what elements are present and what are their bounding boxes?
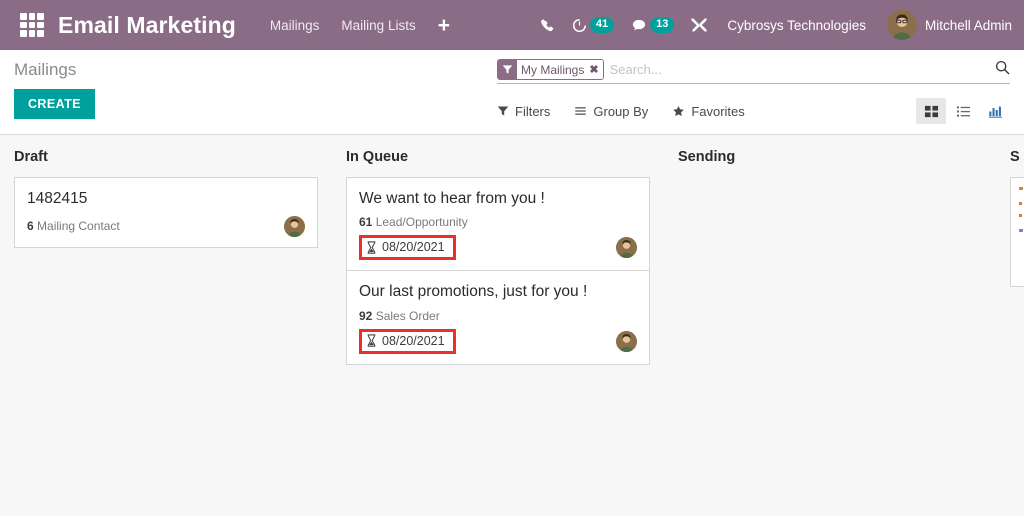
bar-chart-icon: [988, 106, 1002, 118]
card-count: 61: [359, 215, 373, 230]
card-line-fragment: [1019, 202, 1022, 205]
view-kanban-button[interactable]: [916, 98, 946, 124]
navbar-right-tools: 41 13 Cybrosys Technologies Mitchell Adm…: [540, 10, 1012, 40]
avatar[interactable]: [616, 237, 637, 259]
control-panel-left: Mailings CREATE: [14, 60, 95, 119]
hourglass-icon: [367, 241, 376, 254]
search-input[interactable]: [607, 62, 989, 77]
kanban-icon: [924, 105, 938, 117]
activity-clock-icon[interactable]: 41: [572, 16, 615, 34]
star-icon: [673, 105, 685, 116]
search-icon[interactable]: [989, 60, 1010, 80]
card-footer: 08/20/2021: [359, 328, 637, 354]
card-model: Sales Order: [375, 308, 440, 323]
app-brand-title: Email Marketing: [58, 11, 236, 38]
group-by-dropdown[interactable]: Group By: [574, 104, 648, 119]
view-switcher: [916, 98, 1010, 124]
control-panel-right: My Mailings ✖ Filters Group By Favorites: [497, 58, 1010, 124]
card-recipients: 61 Lead/Opportunity: [359, 215, 637, 229]
view-graph-button[interactable]: [980, 98, 1010, 124]
facet-text: My Mailings: [521, 62, 585, 77]
activity-count-badge: 41: [589, 16, 615, 34]
view-list-button[interactable]: [948, 98, 978, 124]
messages-icon[interactable]: 13: [631, 16, 675, 34]
create-button[interactable]: CREATE: [14, 89, 95, 119]
search-facet-label: My Mailings ✖: [517, 60, 603, 79]
card-count: 92: [359, 308, 373, 323]
control-panel-tools: Filters Group By Favorites: [497, 98, 1010, 124]
top-navbar: Email Marketing Mailings Mailing Lists +…: [0, 0, 1024, 50]
card-title: Our last promotions, just for you !: [359, 283, 588, 301]
user-name-label: Mitchell Admin: [924, 17, 1012, 33]
filters-label: Filters: [515, 103, 551, 119]
kanban-board: Draft 1482415 6 Mailing Contact In Queue…: [0, 135, 1024, 516]
kanban-column-draft: Draft 1482415 6 Mailing Contact: [0, 149, 332, 516]
favorites-label: Favorites: [691, 103, 745, 119]
filter-funnel-icon: [497, 106, 509, 116]
filter-funnel-icon: [498, 60, 517, 79]
card-title: We want to hear from you !: [359, 190, 545, 207]
apps-grid-icon[interactable]: [20, 13, 44, 37]
control-panel: Mailings CREATE My Mailings ✖ Filter: [0, 50, 1024, 135]
kanban-column-sending: Sending: [664, 149, 996, 516]
kanban-card[interactable]: 1482415 6 Mailing Contact: [14, 177, 318, 249]
kanban-column-title[interactable]: S: [1010, 149, 1022, 165]
schedule-annotation: 08/20/2021: [359, 328, 456, 354]
card-line-fragment: [1019, 229, 1023, 232]
debug-tools-icon[interactable]: [691, 17, 707, 33]
card-recipients: 6 Mailing Contact: [27, 219, 120, 233]
card-count: 6: [27, 219, 34, 234]
avatar: [886, 10, 917, 40]
kanban-column-title[interactable]: In Queue: [346, 149, 650, 165]
kanban-column-title[interactable]: Sending: [678, 149, 982, 165]
user-menu[interactable]: Mitchell Admin: [886, 10, 1012, 40]
breadcrumb[interactable]: Mailings: [14, 60, 95, 80]
card-model: Lead/Opportunity: [375, 215, 468, 230]
messages-count-badge: 13: [650, 16, 675, 34]
kanban-card[interactable]: Our last promotions, just for you ! 92 S…: [346, 271, 650, 365]
nav-item-mailings[interactable]: Mailings: [270, 18, 320, 33]
company-switcher[interactable]: Cybrosys Technologies: [727, 18, 866, 33]
hamburger-icon: [575, 107, 587, 115]
card-footer: 6 Mailing Contact: [27, 215, 305, 237]
card-recipients: 92 Sales Order: [359, 309, 637, 323]
schedule-date: 08/20/2021: [382, 333, 445, 348]
favorites-dropdown[interactable]: Favorites: [672, 103, 745, 119]
hourglass-icon: [367, 334, 376, 347]
card-model: Mailing Contact: [37, 219, 120, 234]
kanban-column-in-queue: In Queue We want to hear from you ! 61 L…: [332, 149, 664, 516]
phone-icon[interactable]: [540, 18, 555, 33]
card-line-fragment: [1019, 214, 1022, 217]
search-bar: My Mailings ✖: [497, 58, 1010, 84]
nav-item-mailing-lists[interactable]: Mailing Lists: [341, 18, 415, 33]
kanban-card[interactable]: We want to hear from you ! 61 Lead/Oppor…: [346, 177, 650, 272]
avatar[interactable]: [616, 330, 637, 352]
kanban-column-sent-clipped: S: [996, 149, 1024, 516]
group-by-label: Group By: [593, 103, 649, 119]
list-icon: [956, 105, 970, 117]
kanban-column-title[interactable]: Draft: [14, 149, 318, 165]
avatar[interactable]: [284, 215, 305, 237]
schedule-annotation: 08/20/2021: [359, 235, 456, 261]
close-icon[interactable]: ✖: [589, 63, 598, 76]
filters-dropdown[interactable]: Filters: [497, 104, 550, 119]
card-title: 1482415: [27, 190, 88, 207]
primary-nav-menu: Mailings Mailing Lists +: [270, 15, 450, 36]
kanban-card[interactable]: [1010, 177, 1024, 287]
schedule-date: 08/20/2021: [382, 240, 445, 255]
card-footer: 08/20/2021: [359, 235, 637, 261]
card-title-fragment: [1019, 187, 1023, 190]
search-facet-my-mailings[interactable]: My Mailings ✖: [497, 59, 604, 80]
nav-add-icon[interactable]: +: [438, 15, 450, 36]
